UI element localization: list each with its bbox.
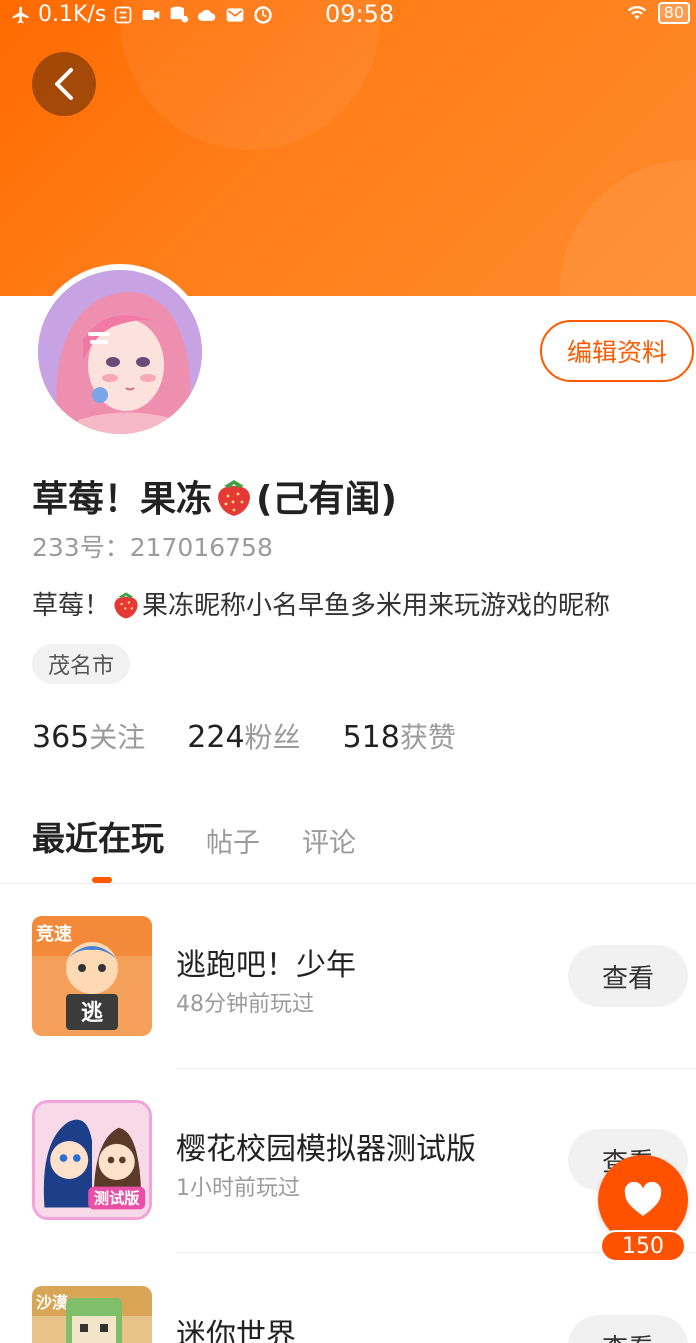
battery-indicator: 80 (657, 2, 690, 24)
cloud-icon (198, 9, 216, 21)
divider (176, 1068, 696, 1069)
tab-comments[interactable]: 评论 (302, 821, 356, 860)
list-item[interactable]: 竞速 逃 逃跑吧！少年 48分钟前玩过 查看 (32, 916, 696, 1036)
game-title: 迷你世界 (176, 1318, 296, 1343)
avatar[interactable] (32, 264, 208, 440)
view-button[interactable]: 查看 (568, 945, 688, 1007)
back-button[interactable] (32, 52, 96, 116)
profile-bio: 草莓！ 果冻昵称小名早鱼多米用来玩游戏的昵称 (32, 585, 610, 622)
game-icon: 沙漠 (32, 1286, 152, 1343)
profile-stats: 365 关注 224 粉丝 518 获赞 (32, 716, 456, 756)
banner-decoration (560, 160, 696, 296)
video-icon (142, 9, 160, 20)
airplane-icon (12, 6, 29, 23)
storage-icon (170, 6, 189, 22)
profile-name: 草莓！果冻 (己有闺) (32, 470, 397, 522)
tab-recent-played[interactable]: 最近在玩 (32, 812, 164, 860)
stat-label: 关注 (89, 721, 146, 754)
avatar-image (38, 270, 202, 434)
location-tag: 茂名市 (32, 644, 131, 684)
sync-icon (254, 5, 273, 24)
stat-number: 365 (32, 720, 90, 755)
like-count: 150 (600, 1230, 686, 1262)
stat-followers[interactable]: 224 粉丝 (187, 716, 300, 756)
stat-number: 224 (187, 720, 245, 755)
clock: 09:58 (325, 0, 395, 28)
game-played-time: 1小时前玩过 (176, 1176, 300, 1201)
game-icon: 测试版 (32, 1100, 152, 1220)
heart-icon (624, 1182, 662, 1216)
app-notification-icon (114, 6, 132, 23)
game-icon-badge: 测试版 (94, 1190, 140, 1208)
profile-name-text: 草莓！果冻 (32, 479, 213, 520)
status-left: 0.1K/s (10, 2, 274, 27)
game-icon-art: 竞速 逃 (32, 916, 152, 1036)
mail-icon (226, 7, 244, 22)
view-button[interactable]: 查看 (568, 1315, 688, 1343)
avatar-illustration (38, 270, 202, 434)
net-speed: 0.1K/s (38, 2, 107, 27)
strawberry-icon (114, 591, 138, 619)
divider (0, 883, 696, 884)
status-bar: 0.1K/s 09:58 80 (0, 0, 696, 30)
game-icon-badge: 竞速 (36, 923, 72, 945)
profile-tabs: 最近在玩 帖子 评论 (32, 812, 356, 860)
chevron-left-icon (55, 68, 73, 100)
stat-label: 粉丝 (244, 721, 301, 754)
header-banner (0, 0, 696, 296)
bio-text-2: 果冻昵称小名早鱼多米用来玩游戏的昵称 (142, 591, 611, 621)
profile-name-suffix: (己有闺) (256, 479, 397, 520)
tab-posts[interactable]: 帖子 (206, 821, 260, 860)
game-icon: 竞速 逃 (32, 916, 152, 1036)
list-item[interactable]: 测试版 樱花校园模拟器测试版 1小时前玩过 查看 (32, 1100, 696, 1220)
game-icon-badge: 沙漠 (36, 1293, 69, 1312)
stat-likes[interactable]: 518 获赞 (343, 716, 456, 756)
game-icon-char: 逃 (81, 1001, 104, 1026)
edit-profile-button[interactable]: 编辑资料 (540, 320, 694, 382)
bio-text-1: 草莓！ (32, 591, 111, 621)
game-title: 樱花校园模拟器测试版 (176, 1132, 476, 1167)
wifi-icon (627, 6, 646, 20)
stat-label: 获赞 (399, 721, 456, 754)
stat-following[interactable]: 365 关注 (32, 716, 145, 756)
list-item[interactable]: 沙漠 迷你世界 查看 (32, 1286, 696, 1343)
game-icon-art: 测试版 (35, 1103, 149, 1217)
game-title: 逃跑吧！少年 (176, 948, 356, 983)
user-id: 233号：217016758 (32, 533, 273, 562)
stat-number: 518 (342, 720, 400, 755)
strawberry-icon (218, 480, 251, 516)
game-icon-art: 沙漠 (32, 1286, 152, 1343)
status-right: 80 (626, 2, 690, 24)
profile-page: 0.1K/s 09:58 80 编辑资料 草莓！果冻 (己有闺) 233号：21… (0, 0, 696, 1343)
game-played-time: 48分钟前玩过 (176, 992, 314, 1017)
